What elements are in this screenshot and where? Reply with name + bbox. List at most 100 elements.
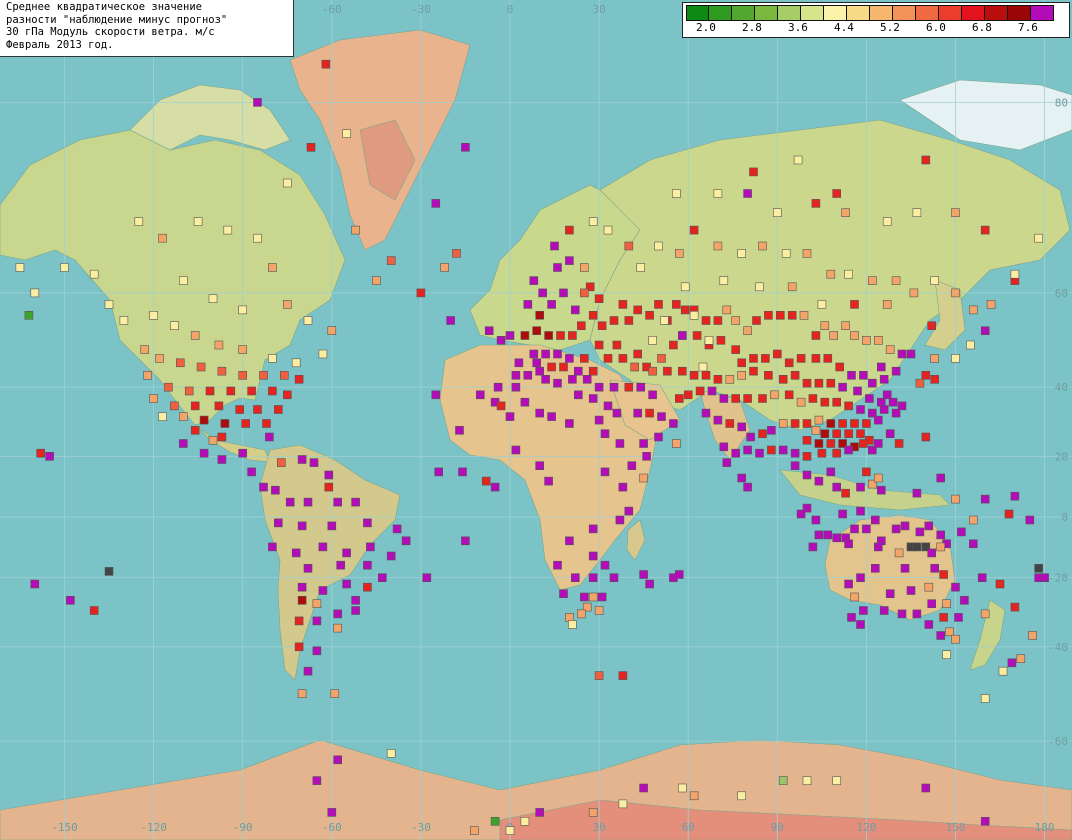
station-marker	[802, 470, 812, 480]
station-marker	[713, 374, 723, 384]
legend-swatch	[1031, 5, 1054, 21]
station-marker	[312, 646, 322, 656]
station-marker	[520, 331, 530, 340]
station-marker	[885, 429, 895, 439]
station-marker	[609, 382, 619, 392]
station-marker	[511, 370, 521, 380]
legend-label: 2.0	[696, 21, 716, 34]
station-marker	[951, 494, 960, 504]
station-marker	[957, 527, 966, 537]
station-marker	[960, 595, 969, 605]
latitude-label: 40	[1055, 381, 1068, 394]
station-marker	[455, 425, 464, 435]
station-marker	[535, 310, 545, 320]
station-marker	[945, 627, 954, 637]
station-marker	[576, 609, 586, 619]
station-marker	[633, 408, 643, 418]
station-marker	[446, 316, 455, 325]
station-marker	[333, 623, 343, 633]
station-marker	[318, 349, 328, 359]
station-marker	[609, 316, 619, 325]
station-marker	[155, 354, 164, 363]
station-marker	[363, 560, 372, 570]
station-marker	[912, 609, 922, 619]
station-marker	[713, 415, 723, 425]
station-marker	[15, 263, 25, 272]
station-marker	[318, 542, 328, 552]
station-marker	[140, 345, 149, 354]
station-marker	[1034, 233, 1043, 243]
station-marker	[701, 316, 711, 325]
station-marker	[660, 316, 669, 325]
latitude-label: 80	[1055, 96, 1068, 109]
station-marker	[882, 300, 892, 309]
station-marker	[535, 408, 545, 418]
longitude-label: 0	[507, 3, 514, 16]
station-marker	[309, 458, 319, 467]
station-marker	[336, 560, 346, 570]
station-marker	[184, 386, 194, 396]
longitude-label: -60	[322, 821, 342, 834]
station-marker	[541, 374, 550, 384]
station-marker	[603, 354, 613, 363]
station-marker	[790, 419, 800, 428]
station-marker	[924, 620, 934, 629]
station-marker	[897, 401, 907, 411]
station-marker	[802, 776, 812, 785]
station-marker	[826, 467, 836, 477]
station-marker	[594, 340, 604, 350]
station-marker	[731, 316, 741, 325]
station-marker	[556, 331, 565, 340]
station-marker	[832, 776, 842, 785]
station-marker	[568, 374, 577, 384]
station-marker	[431, 390, 441, 400]
station-marker	[170, 401, 179, 411]
station-marker	[713, 241, 723, 251]
legend-swatch	[893, 5, 916, 21]
station-marker	[648, 366, 657, 376]
station-marker	[535, 461, 545, 471]
station-marker	[636, 263, 646, 272]
station-marker	[392, 524, 402, 534]
station-marker	[844, 429, 853, 439]
longitude-label: 180	[1035, 821, 1055, 834]
station-marker	[265, 432, 274, 442]
station-marker	[951, 582, 960, 592]
station-marker	[850, 592, 859, 602]
station-marker	[618, 300, 628, 309]
station-marker	[247, 467, 256, 477]
station-marker	[303, 316, 313, 325]
station-marker	[749, 366, 758, 376]
station-marker	[321, 59, 331, 69]
station-marker	[576, 321, 586, 331]
station-marker	[879, 405, 889, 414]
station-marker	[657, 412, 666, 421]
station-marker	[214, 340, 224, 350]
station-marker	[942, 650, 951, 660]
station-marker	[980, 494, 990, 504]
station-marker	[743, 445, 752, 455]
station-marker	[669, 340, 678, 350]
station-marker	[856, 482, 865, 492]
station-marker	[158, 233, 167, 243]
latitude-label: 0	[1061, 511, 1068, 524]
station-marker	[900, 563, 910, 573]
station-marker	[856, 506, 865, 516]
title-line-1: Среднее квадратическое значение	[6, 1, 202, 13]
station-marker	[862, 467, 871, 477]
title-line-4: Февраль 2013 год.	[6, 38, 114, 51]
latitude-label: 60	[1055, 287, 1068, 300]
station-marker	[802, 419, 812, 428]
station-marker	[190, 425, 200, 435]
station-marker	[220, 419, 230, 428]
legend-swatch	[801, 5, 824, 21]
station-marker	[826, 419, 836, 428]
station-marker	[977, 573, 987, 583]
station-marker	[927, 599, 937, 609]
station-marker	[386, 749, 396, 758]
station-marker	[318, 586, 328, 595]
station-marker	[986, 300, 996, 309]
station-marker	[588, 573, 598, 583]
station-marker	[930, 374, 940, 384]
station-marker	[811, 515, 821, 525]
